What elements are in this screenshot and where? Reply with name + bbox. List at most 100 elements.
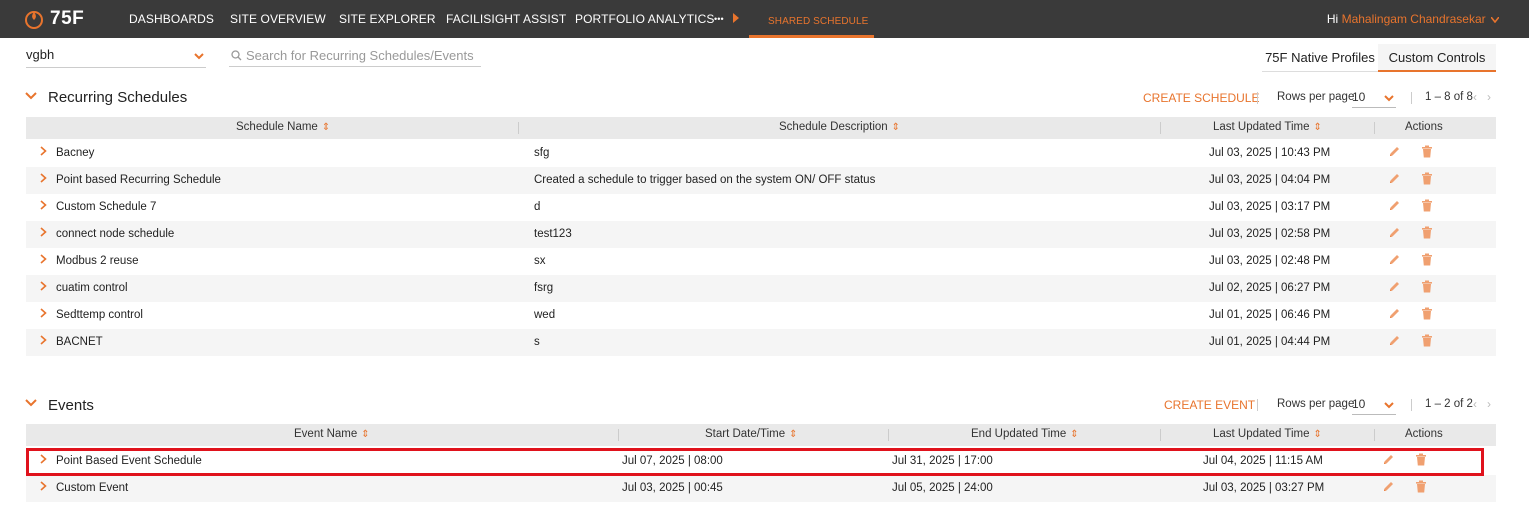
last-updated-cell: Jul 03, 2025 | 10:43 PM (1209, 147, 1331, 159)
table-row[interactable]: connect node schedule test123 Jul 03, 2025… (26, 221, 1496, 248)
nav-facilisight-assist[interactable]: FACILISIGHT ASSIST (446, 12, 566, 26)
expand-row-chevron-icon[interactable] (40, 334, 47, 348)
trash-icon[interactable] (1421, 253, 1435, 267)
col-start-date[interactable]: Start Date/Time ⇕ (705, 428, 798, 440)
schedule-name-cell: Bacney (56, 147, 95, 159)
schedule-name-cell: BACNET (56, 336, 103, 348)
expand-row-chevron-icon[interactable] (40, 199, 47, 213)
trash-icon[interactable] (1421, 280, 1435, 294)
last-updated-cell: Jul 03, 2025 | 03:17 PM (1209, 201, 1331, 213)
col-schedule-name[interactable]: Schedule Name ⇕ (236, 121, 330, 133)
last-updated-cell: Jul 03, 2025 | 02:48 PM (1209, 255, 1331, 267)
table-row[interactable]: Custom Schedule 7 d Jul 03, 2025 | 03:17 P… (26, 194, 1496, 221)
schedule-description-cell: wed (534, 309, 556, 321)
user-name: Mahalingam Chandrasekar (1341, 12, 1486, 26)
rows-per-page-value: 10 (1352, 90, 1366, 104)
rows-per-page-select[interactable]: 10 (1352, 395, 1396, 415)
rows-per-page-value: 10 (1352, 397, 1366, 411)
trash-icon[interactable] (1421, 226, 1435, 240)
trash-icon[interactable] (1421, 307, 1435, 321)
schedule-description-cell: s (534, 336, 540, 348)
col-last-updated[interactable]: Last Updated Time ⇕ (1213, 428, 1322, 440)
col-last-updated[interactable]: Last Updated Time ⇕ (1213, 121, 1322, 133)
prev-page-icon[interactable]: ‹ (1473, 90, 1477, 104)
schedule-description-cell: fsrg (534, 282, 554, 294)
chevron-down-icon (1490, 16, 1500, 24)
nav-scroll-right-icon[interactable] (732, 13, 740, 23)
logo-flame-icon (25, 11, 43, 29)
nav-portfolio-analytics[interactable]: PORTFOLIO ANALYTICS (575, 12, 715, 26)
top-navigation-bar: 75F DASHBOARDS SITE OVERVIEW SITE EXPLOR… (0, 0, 1529, 38)
col-actions: Actions (1405, 428, 1443, 440)
user-menu[interactable]: Hi Mahalingam Chandrasekar (1327, 12, 1500, 26)
expand-row-chevron-icon[interactable] (40, 145, 47, 159)
trash-icon[interactable] (1421, 334, 1435, 348)
expand-row-chevron-icon[interactable] (40, 307, 47, 321)
collapse-events-chevron-icon[interactable] (25, 399, 37, 407)
table-row[interactable]: Sedttemp control wed Jul 01, 2025 | 06:46 … (26, 302, 1496, 329)
trash-icon[interactable] (1421, 172, 1435, 186)
sort-icon: ⇕ (1313, 122, 1322, 133)
sort-icon: ⇕ (1313, 429, 1322, 440)
pencil-icon[interactable] (1388, 145, 1402, 159)
schedule-description-cell: d (534, 201, 541, 213)
schedule-name-cell: Sedttemp control (56, 309, 143, 321)
toggle-native-profiles[interactable]: 75F Native Profiles (1262, 44, 1378, 72)
create-event-button[interactable]: CREATE EVENT (1164, 398, 1255, 412)
toggle-custom-controls[interactable]: Custom Controls (1378, 44, 1496, 72)
table-row[interactable]: Modbus 2 reuse sx Jul 03, 2025 | 02:48 PM (26, 248, 1496, 275)
pencil-icon[interactable] (1388, 307, 1402, 321)
expand-row-chevron-icon[interactable] (40, 226, 47, 240)
expand-row-chevron-icon[interactable] (40, 253, 47, 267)
col-event-name[interactable]: Event Name ⇕ (294, 428, 370, 440)
nav-site-explorer[interactable]: SITE EXPLORER (339, 12, 436, 26)
rows-per-page-select[interactable]: 10 (1352, 88, 1396, 108)
pagination-range: 1 – 2 of 2 (1425, 398, 1473, 410)
site-select[interactable]: vgbh (26, 47, 206, 68)
nav-dashboards[interactable]: DASHBOARDS (129, 12, 214, 26)
end-time-cell: Jul 05, 2025 | 24:00 (892, 482, 993, 494)
sort-icon: ⇕ (321, 122, 331, 133)
col-end-time[interactable]: End Updated Time ⇕ (971, 428, 1079, 440)
next-page-icon[interactable]: › (1487, 397, 1491, 411)
table-row[interactable]: BACNET s Jul 01, 2025 | 04:44 PM (26, 329, 1496, 356)
trash-icon[interactable] (1415, 480, 1429, 494)
pencil-icon[interactable] (1388, 253, 1402, 267)
col-schedule-description[interactable]: Schedule Description ⇕ (779, 121, 900, 133)
trash-icon[interactable] (1421, 199, 1435, 213)
create-schedule-button[interactable]: CREATE SCHEDULE (1143, 91, 1259, 105)
chevron-down-icon (1384, 402, 1394, 409)
active-tab-underline (749, 35, 874, 38)
pencil-icon[interactable] (1388, 172, 1402, 186)
pagination-range: 1 – 8 of 8 (1425, 91, 1473, 103)
trash-icon[interactable] (1421, 145, 1435, 159)
expand-row-chevron-icon[interactable] (40, 480, 47, 494)
nav-more-icon[interactable]: ••• (714, 14, 724, 24)
pencil-icon[interactable] (1388, 226, 1402, 240)
start-date-cell: Jul 03, 2025 | 00:45 (622, 482, 723, 494)
table-row[interactable]: Custom Event Jul 03, 2025 | 00:45 Jul 05, … (26, 475, 1496, 502)
logo[interactable]: 75F (24, 8, 84, 30)
pencil-icon[interactable] (1388, 199, 1402, 213)
search-icon (231, 50, 242, 61)
pencil-icon[interactable] (1388, 280, 1402, 294)
pencil-icon[interactable] (1382, 480, 1396, 494)
rows-per-page-label: Rows per page (1277, 398, 1355, 410)
last-updated-cell: Jul 01, 2025 | 04:44 PM (1209, 336, 1331, 348)
table-row[interactable]: cuatim control fsrg Jul 02, 2025 | 06:27 P… (26, 275, 1496, 302)
sort-icon: ⇕ (1070, 429, 1079, 440)
table-row[interactable]: Point based Recurring Schedule Created a … (26, 167, 1496, 194)
table-row[interactable]: Bacney sfg Jul 03, 2025 | 10:43 PM (26, 140, 1496, 167)
prev-page-icon[interactable]: ‹ (1473, 397, 1477, 411)
schedule-name-cell: Custom Schedule 7 (56, 201, 157, 213)
nav-site-overview[interactable]: SITE OVERVIEW (230, 12, 326, 26)
event-name-cell: Custom Event (56, 482, 129, 494)
search-box[interactable]: Search for Recurring Schedules/Events (229, 47, 481, 67)
nav-shared-schedule[interactable]: SHARED SCHEDULE (768, 16, 868, 27)
next-page-icon[interactable]: › (1487, 90, 1491, 104)
expand-row-chevron-icon[interactable] (40, 172, 47, 186)
expand-row-chevron-icon[interactable] (40, 280, 47, 294)
collapse-recurring-chevron-icon[interactable] (25, 92, 37, 100)
pencil-icon[interactable] (1388, 334, 1402, 348)
schedule-name-cell: connect node schedule (56, 228, 175, 240)
